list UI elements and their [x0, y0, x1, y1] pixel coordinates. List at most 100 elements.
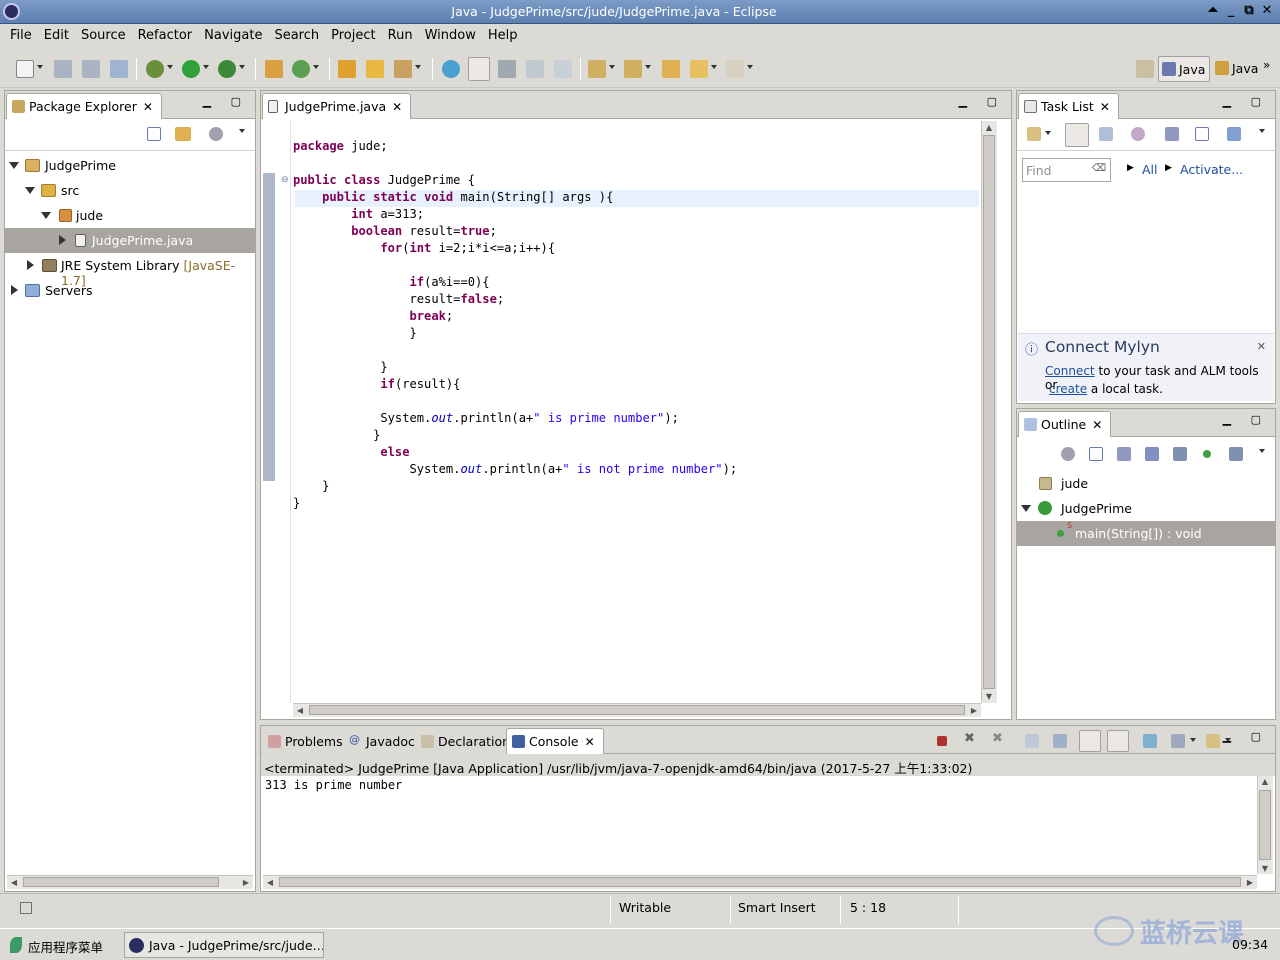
- hide-static-icon[interactable]: [1173, 447, 1187, 461]
- pin-console-icon[interactable]: [1143, 734, 1157, 748]
- menu-refactor[interactable]: Refactor: [132, 24, 199, 48]
- scheduled-icon[interactable]: [1099, 127, 1113, 141]
- view-controls[interactable]: ▁ ▢: [1223, 413, 1269, 426]
- run-dropdown-icon[interactable]: [203, 65, 209, 69]
- view-controls[interactable]: ▁ ▢: [1223, 730, 1269, 743]
- tab-package-explorer[interactable]: Package Explorer ✕: [6, 93, 162, 119]
- block-selection-icon[interactable]: [498, 60, 516, 78]
- tree-project[interactable]: JudgePrime: [5, 153, 255, 178]
- collapse-all-icon[interactable]: [1089, 447, 1103, 461]
- view-menu-icon[interactable]: [1259, 129, 1265, 133]
- synchronize-icon[interactable]: [1227, 127, 1241, 141]
- show-stderr-icon[interactable]: [1107, 730, 1129, 752]
- back-icon[interactable]: [690, 60, 708, 78]
- taskbar-window-eclipse[interactable]: Java - JudgePrime/src/jude…: [124, 932, 324, 958]
- tab-outline[interactable]: Outline ✕: [1018, 411, 1112, 437]
- search-dropdown-icon[interactable]: [415, 65, 421, 69]
- last-edit-icon[interactable]: [662, 60, 680, 78]
- tree-jre[interactable]: JRE System Library [JavaSE-1.7]: [5, 253, 255, 288]
- tab-judgeprime-java[interactable]: JudgePrime.java ✕: [262, 93, 412, 119]
- open-type-icon[interactable]: [338, 60, 356, 78]
- close-icon[interactable]: ✕: [143, 100, 153, 114]
- scroll-lock-icon[interactable]: [1053, 734, 1067, 748]
- focus-icon[interactable]: [209, 127, 223, 141]
- shade-icon[interactable]: ⏶: [1206, 2, 1220, 20]
- external-tools-dropdown-icon[interactable]: [239, 65, 245, 69]
- categorized-icon[interactable]: [1065, 123, 1089, 147]
- vertical-scrollbar[interactable]: ▲ ▼: [1257, 776, 1273, 874]
- clear-console-icon[interactable]: [1025, 734, 1039, 748]
- remove-launch-icon[interactable]: ✖: [964, 731, 975, 746]
- view-controls[interactable]: ▁ ▢: [203, 95, 249, 108]
- new-java-class-icon[interactable]: [292, 60, 310, 78]
- horizontal-scrollbar[interactable]: ◀ ▶: [7, 875, 253, 889]
- more-perspectives-icon[interactable]: »: [1263, 58, 1270, 72]
- console-output[interactable]: 313 is prime number: [265, 778, 402, 792]
- tab-declaration[interactable]: Declaration: [415, 728, 520, 754]
- back-dropdown-icon[interactable]: [711, 65, 717, 69]
- tree-src[interactable]: src: [5, 178, 255, 203]
- tree-file[interactable]: JudgePrime.java: [5, 228, 255, 253]
- menu-run[interactable]: Run: [382, 24, 419, 48]
- menu-navigate[interactable]: Navigate: [198, 24, 268, 48]
- close-icon[interactable]: ✕: [392, 100, 402, 114]
- new-class-dropdown-icon[interactable]: [313, 65, 319, 69]
- new-dropdown-icon[interactable]: [37, 65, 43, 69]
- debug-icon[interactable]: [146, 60, 164, 78]
- view-menu-icon[interactable]: [239, 129, 245, 133]
- menu-search[interactable]: Search: [268, 24, 325, 48]
- view-menu-icon[interactable]: [1259, 449, 1265, 453]
- focus-icon[interactable]: [1131, 127, 1145, 141]
- debug-dropdown-icon[interactable]: [167, 65, 173, 69]
- print-icon[interactable]: [110, 60, 128, 78]
- focus-icon[interactable]: [1061, 447, 1075, 461]
- fold-icon[interactable]: ⊖: [281, 175, 289, 185]
- all-link[interactable]: All: [1142, 162, 1158, 177]
- forward-icon[interactable]: [726, 60, 744, 78]
- save-all-icon[interactable]: [82, 60, 100, 78]
- open-console-icon[interactable]: [1206, 734, 1220, 748]
- tab-task-list[interactable]: Task List ✕: [1018, 93, 1119, 119]
- menu-project[interactable]: Project: [325, 24, 381, 48]
- close-icon[interactable]: ✕: [1257, 340, 1266, 353]
- outline-method[interactable]: S main(String[]) : void: [1017, 521, 1275, 546]
- toggle-breadcrumb-icon[interactable]: [442, 60, 460, 78]
- close-icon[interactable]: ✕: [585, 735, 595, 749]
- menu-window[interactable]: Window: [419, 24, 482, 48]
- view-controls[interactable]: ▁ ▢: [1223, 95, 1269, 108]
- activate-link[interactable]: Activate...: [1180, 162, 1243, 177]
- show-whitespace-icon[interactable]: [554, 60, 572, 78]
- clear-icon[interactable]: ⌫: [1092, 163, 1106, 174]
- perspective-java-active[interactable]: Java: [1158, 56, 1211, 82]
- view-controls[interactable]: ▁ ▢: [959, 95, 1005, 108]
- menu-file[interactable]: File: [4, 24, 38, 48]
- new-task-dropdown-icon[interactable]: [1045, 131, 1051, 135]
- display-console-icon[interactable]: [1171, 734, 1185, 748]
- open-perspective-icon[interactable]: [1136, 60, 1154, 78]
- previous-annotation-icon[interactable]: [624, 60, 642, 78]
- connect-link[interactable]: Connect: [1045, 364, 1095, 378]
- remove-all-icon[interactable]: ✖: [992, 731, 1003, 746]
- horizontal-scrollbar[interactable]: ◀ ▶: [293, 703, 981, 717]
- create-link[interactable]: create: [1049, 382, 1087, 396]
- menu-source[interactable]: Source: [75, 24, 132, 48]
- tab-javadoc[interactable]: @ Javadoc: [343, 728, 424, 754]
- next-annotation-dropdown-icon[interactable]: [609, 65, 615, 69]
- hide-completed-icon[interactable]: [1165, 127, 1179, 141]
- new-icon[interactable]: [16, 60, 34, 78]
- menu-edit[interactable]: Edit: [38, 24, 75, 48]
- run-icon[interactable]: [182, 60, 200, 78]
- tab-problems[interactable]: Problems: [262, 728, 352, 754]
- tree-servers[interactable]: Servers: [5, 278, 255, 303]
- search-tool-icon[interactable]: [394, 60, 412, 78]
- minimize-icon[interactable]: _: [1224, 2, 1238, 20]
- show-stdout-icon[interactable]: [1079, 730, 1101, 752]
- display-console-dropdown-icon[interactable]: [1190, 738, 1196, 742]
- close-icon[interactable]: ✕: [1260, 2, 1274, 20]
- perspective-java[interactable]: Java: [1212, 56, 1262, 82]
- fast-view-icon[interactable]: [20, 902, 32, 914]
- close-icon[interactable]: ✕: [1092, 418, 1102, 432]
- hide-local-types-icon[interactable]: [1229, 447, 1243, 461]
- applications-menu-button[interactable]: 应用程序菜单: [4, 932, 109, 958]
- show-source-icon[interactable]: [526, 60, 544, 78]
